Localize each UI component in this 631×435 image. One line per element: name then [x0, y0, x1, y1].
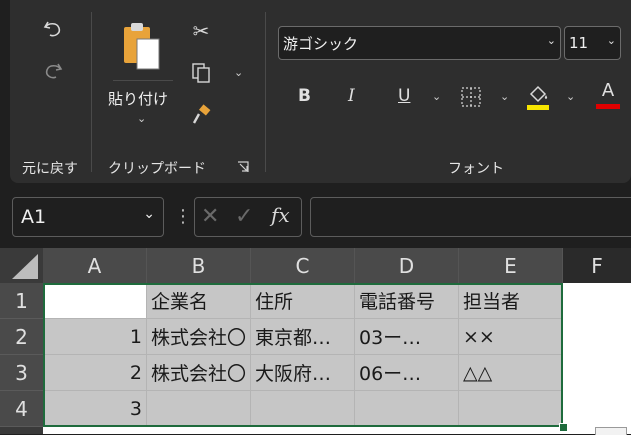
column-header[interactable]: A — [43, 248, 147, 283]
row-header-overflow — [0, 427, 43, 434]
font-color-glyph: A — [601, 80, 615, 101]
dialog-launcher-icon[interactable] — [236, 160, 250, 174]
bold-button[interactable]: B — [298, 86, 311, 106]
insert-function-button[interactable]: fx — [271, 203, 290, 227]
paste-button-label[interactable]: 貼り付け — [108, 88, 168, 109]
row-header[interactable]: 2 — [0, 319, 43, 355]
undo-group-label: 元に戻す — [22, 161, 78, 177]
column-header[interactable]: E — [459, 248, 563, 283]
column-header[interactable]: C — [251, 248, 355, 283]
select-all-corner[interactable] — [0, 248, 43, 283]
font-name-select[interactable]: 游ゴシック ⌄ — [278, 26, 561, 60]
ribbon: 元に戻す 貼り付け ⌄ ✂ ⌄ クリップボード 游ゴシック ⌄ 11 ⌄ B I… — [10, 0, 631, 183]
chevron-down-icon: ⌄ — [606, 34, 616, 47]
formula-buttons: ✕ ✓ fx — [194, 197, 302, 237]
chevron-down-icon[interactable]: ⌄ — [234, 66, 243, 79]
name-box[interactable]: A1 ⌄ — [12, 197, 164, 237]
undo-icon[interactable] — [38, 14, 68, 44]
underline-button[interactable]: U — [398, 86, 410, 106]
column-header[interactable]: B — [147, 248, 251, 283]
chevron-down-icon[interactable]: ⌄ — [500, 90, 509, 103]
name-box-value: A1 — [21, 206, 47, 228]
unselected-area — [43, 427, 563, 434]
format-painter-icon[interactable] — [188, 102, 214, 128]
border-icon[interactable] — [458, 84, 484, 110]
column-header[interactable]: F — [563, 248, 631, 283]
font-size-value: 11 — [569, 34, 589, 52]
unselected-area — [563, 283, 631, 434]
chevron-down-icon[interactable]: ⌄ — [566, 90, 575, 103]
row-header[interactable]: 4 — [0, 391, 43, 427]
confirm-icon[interactable]: ✓ — [235, 204, 253, 229]
copy-icon[interactable] — [188, 60, 214, 86]
chevron-down-icon: ⌄ — [546, 34, 556, 47]
selection-outline — [43, 283, 563, 427]
separator — [113, 80, 173, 81]
italic-button[interactable]: I — [348, 86, 355, 106]
chevron-down-icon: ⌄ — [143, 206, 155, 222]
formula-input[interactable] — [310, 197, 631, 237]
fill-color-icon[interactable] — [524, 80, 552, 112]
font-color-swatch — [596, 104, 620, 109]
fill-handle[interactable] — [559, 423, 568, 432]
cancel-icon[interactable]: ✕ — [201, 204, 219, 229]
separator — [265, 12, 266, 172]
formula-bar-handle-icon[interactable]: ⋮ — [174, 206, 192, 227]
column-header[interactable]: D — [355, 248, 459, 283]
row-header[interactable]: 3 — [0, 355, 43, 391]
chevron-down-icon[interactable]: ⌄ — [432, 90, 441, 103]
clipboard-group-label: クリップボード — [108, 161, 206, 177]
chevron-down-icon[interactable]: ⌄ — [137, 112, 146, 125]
paste-icon[interactable] — [118, 20, 164, 74]
font-name-value: 游ゴシック — [283, 34, 359, 53]
cut-icon[interactable]: ✂ — [188, 18, 214, 44]
row-header[interactable]: 1 — [0, 283, 43, 319]
redo-icon[interactable] — [38, 56, 68, 86]
font-size-select[interactable]: 11 ⌄ — [564, 26, 621, 60]
separator — [91, 12, 92, 172]
font-group-label: フォント — [448, 161, 504, 177]
font-color-button[interactable]: A — [596, 80, 620, 112]
